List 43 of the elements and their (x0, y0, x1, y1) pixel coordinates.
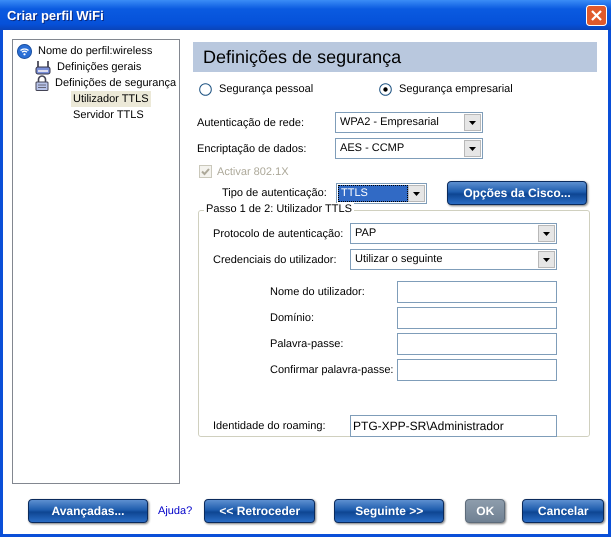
radio-button[interactable] (379, 82, 392, 96)
dropdown[interactable]: TTLS (336, 182, 427, 204)
dropdown[interactable]: AES - CCMP (335, 138, 483, 159)
field-label: Tipo de autenticação: (222, 187, 328, 199)
input-field[interactable]: PTG-XPP-SR\Administrador (350, 415, 557, 437)
tree-item[interactable]: Definições de segurança (53, 75, 178, 91)
field-label: Nome do utilizador: (270, 286, 366, 298)
dropdown[interactable]: PAP (350, 223, 557, 244)
field-label: Credenciais do utilizador: (213, 254, 338, 266)
lock-icon (35, 75, 49, 91)
input-field[interactable] (397, 333, 557, 355)
input-field[interactable] (397, 307, 557, 329)
radio-button[interactable] (199, 82, 212, 96)
field-label: Palavra-passe: (270, 338, 344, 350)
help-link[interactable]: Ajuda? (158, 505, 192, 517)
field-label: Protocolo de autenticação: (213, 228, 344, 240)
radio-label: Segurança empresarial (399, 83, 513, 95)
wifi-icon (17, 44, 32, 58)
button[interactable]: Seguinte >> (334, 499, 444, 523)
field-label: Encriptação de dados: (197, 142, 308, 154)
field-label: Domínio: (270, 312, 316, 324)
cisco-options-button[interactable]: Opções da Cisco... (447, 181, 587, 205)
input-field[interactable] (397, 281, 557, 303)
checkbox-label: Activar 802.1X (217, 166, 289, 178)
window-title: Criar perfil WiFi (7, 8, 104, 22)
group-title: Passo 1 de 2: Utilizador TTLS (204, 203, 354, 215)
tree-item[interactable]: Utilizador TTLS (71, 91, 151, 107)
input-field[interactable] (397, 359, 557, 381)
router-icon (35, 60, 51, 74)
dropdown[interactable]: WPA2 - Empresarial (335, 112, 483, 133)
tree-item[interactable]: Nome do perfil:wireless (36, 43, 154, 59)
section-heading: Definições de segurança (193, 42, 597, 72)
field-label: Confirmar palavra-passe: (270, 364, 394, 376)
field-label: Autenticação de rede: (197, 116, 306, 128)
dropdown[interactable]: Utilizar o seguinte (350, 249, 557, 270)
radio-label: Segurança pessoal (219, 83, 314, 95)
button[interactable]: << Retroceder (204, 499, 316, 523)
button[interactable]: Cancelar (522, 499, 604, 523)
field-label: Identidade do roaming: (213, 420, 327, 432)
close-icon[interactable] (586, 4, 607, 26)
button[interactable]: Avançadas... (28, 499, 148, 523)
tree-item[interactable]: Definições gerais (55, 59, 144, 75)
tree-item[interactable]: Servidor TTLS (71, 107, 146, 123)
